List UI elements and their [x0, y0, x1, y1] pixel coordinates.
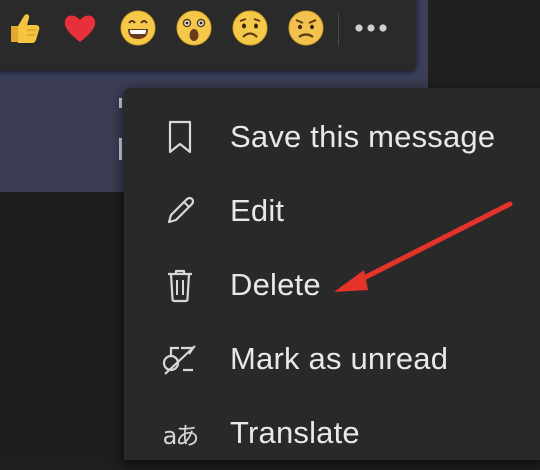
surprised-face-icon — [174, 8, 214, 53]
menu-item-label: Translate — [230, 415, 360, 450]
menu-item-edit[interactable]: Edit — [124, 174, 540, 248]
reaction-laugh-button[interactable] — [116, 8, 160, 52]
menu-item-label: Save this message — [230, 119, 496, 154]
reaction-heart-button[interactable] — [58, 8, 102, 52]
menu-item-translate[interactable]: aあ Translate — [124, 396, 540, 470]
angry-face-icon — [286, 8, 326, 53]
reaction-like-button[interactable] — [2, 8, 46, 52]
translate-glyph: aあ — [162, 421, 200, 450]
conversation-background — [0, 192, 124, 460]
menu-item-label: Edit — [230, 193, 285, 228]
menu-item-label: Delete — [230, 267, 321, 302]
trash-icon — [160, 265, 200, 305]
message-context-menu: Save this message Edit Delete Mark as un… — [124, 88, 540, 460]
reaction-angry-button[interactable] — [284, 8, 328, 52]
menu-item-delete[interactable]: Delete — [124, 248, 540, 322]
reaction-bar — [0, 0, 416, 70]
sad-face-icon — [230, 8, 270, 53]
more-dots-icon — [351, 21, 391, 39]
bookmark-icon — [160, 117, 200, 157]
reaction-sad-button[interactable] — [228, 8, 272, 52]
menu-item-mark-unread[interactable]: Mark as unread — [124, 322, 540, 396]
translate-icon: aあ — [160, 413, 200, 453]
heart-icon — [61, 9, 99, 52]
menu-item-save-message[interactable]: Save this message — [124, 100, 540, 174]
reaction-surprised-button[interactable] — [172, 8, 216, 52]
laughing-face-icon — [118, 8, 158, 53]
mark-unread-icon — [160, 339, 200, 379]
thumbs-up-icon — [5, 9, 43, 52]
more-options-button[interactable] — [346, 8, 396, 52]
reaction-divider — [338, 14, 339, 46]
menu-item-label: Mark as unread — [230, 341, 449, 376]
pencil-icon — [160, 191, 200, 231]
